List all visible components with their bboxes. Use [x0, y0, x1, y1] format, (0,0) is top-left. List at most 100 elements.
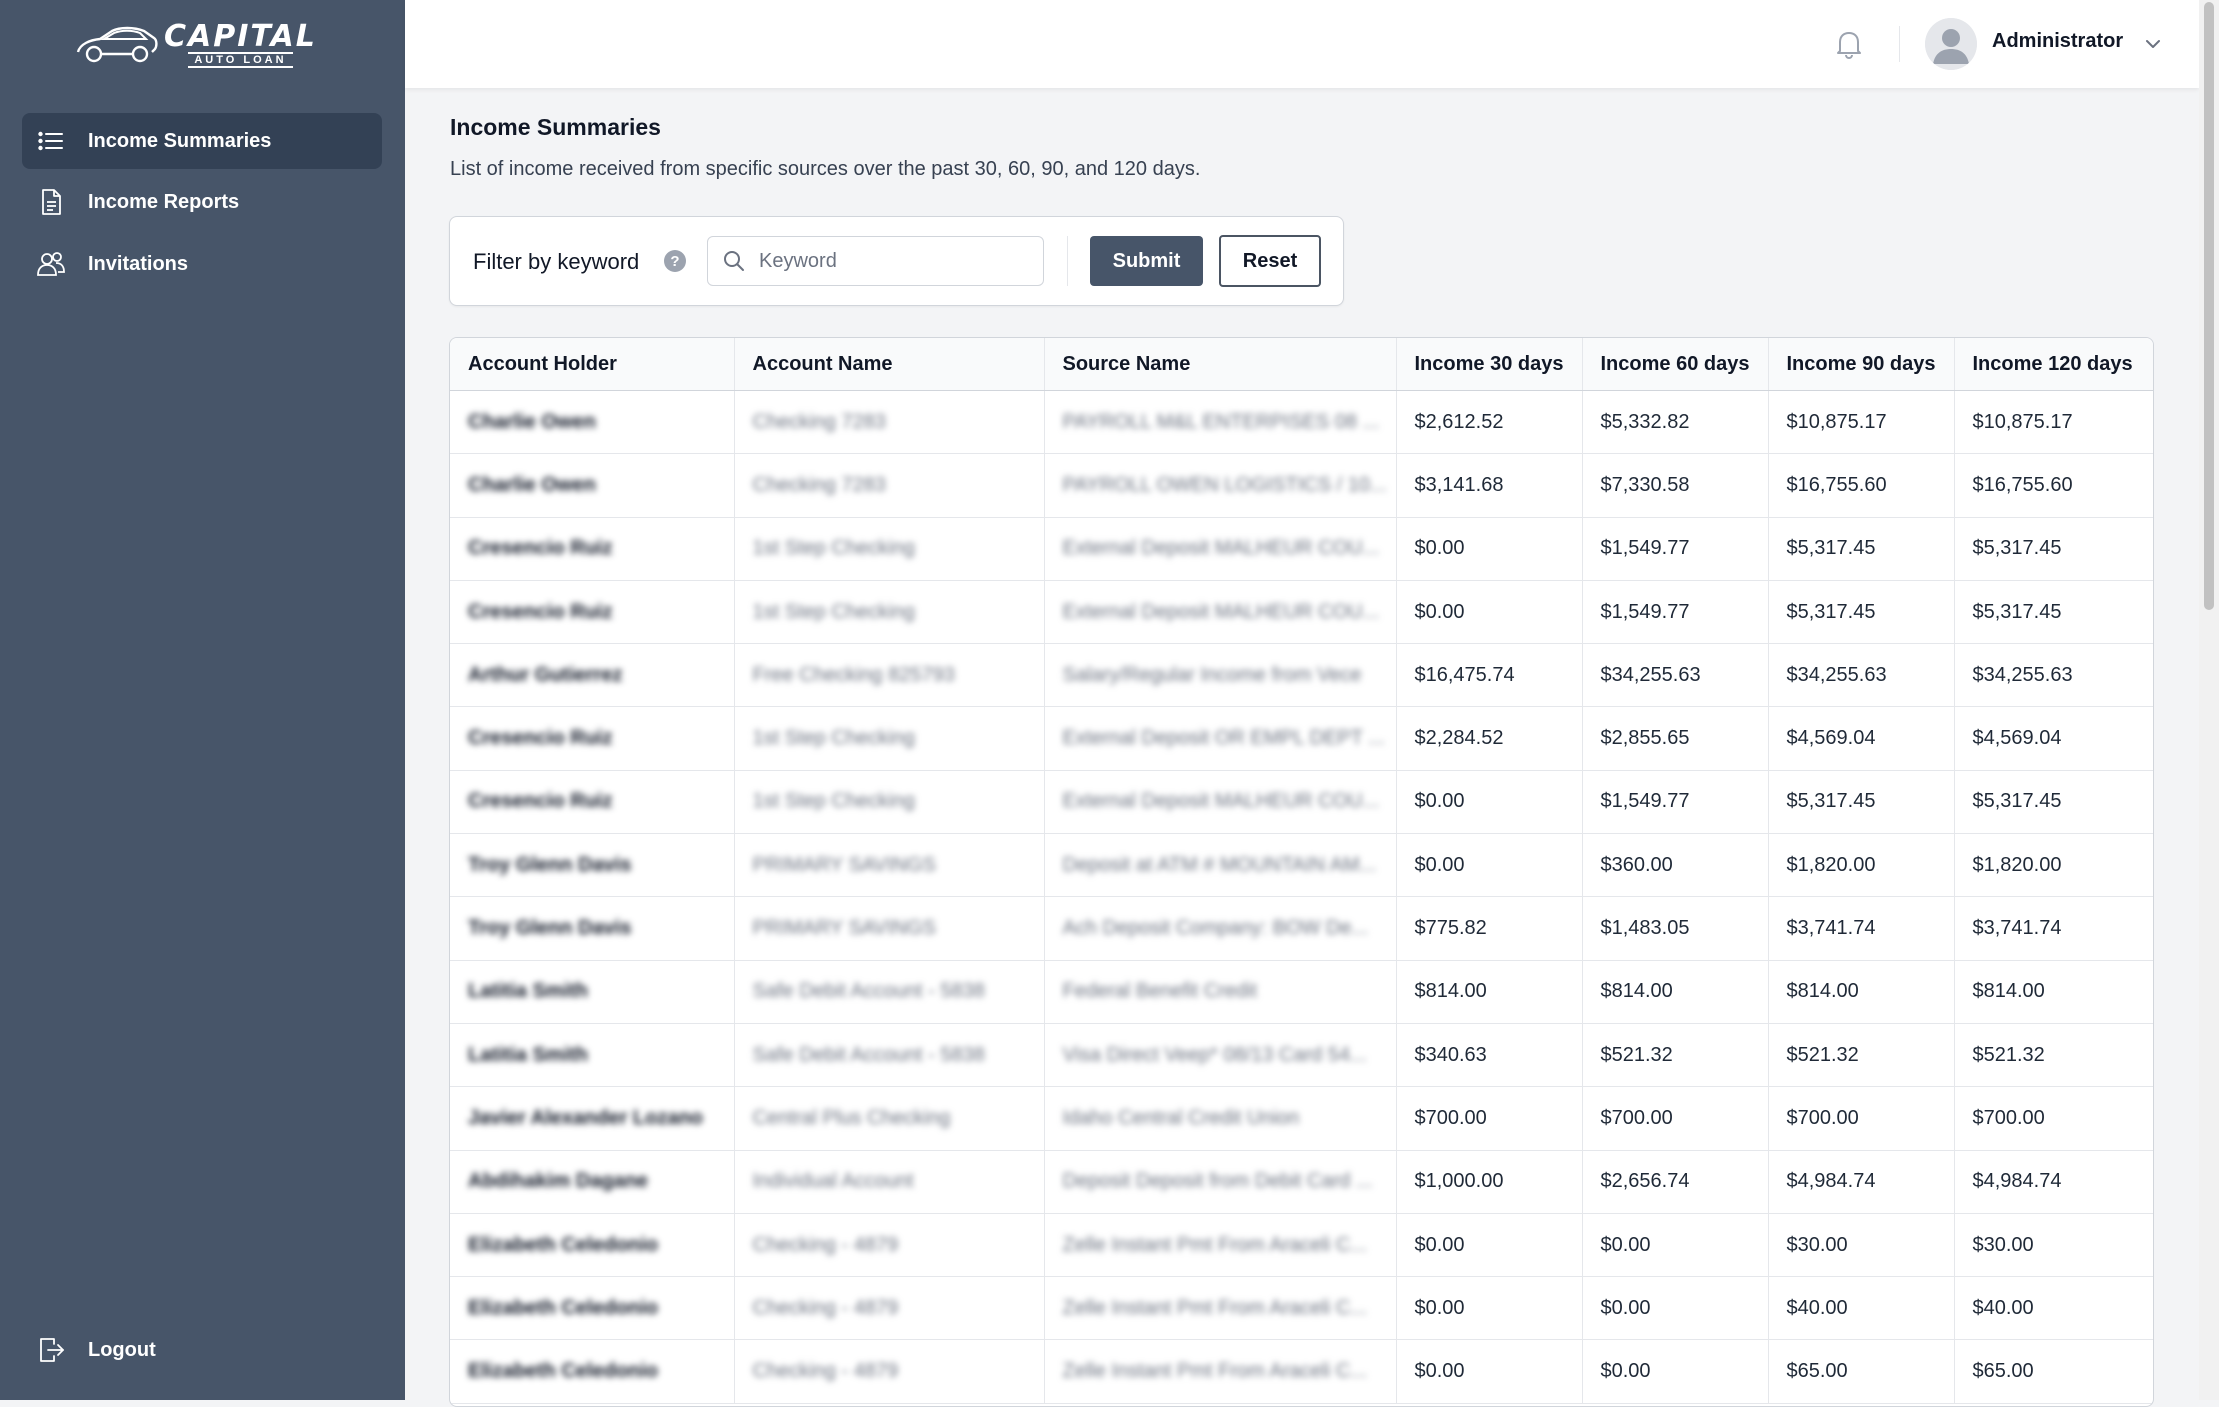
list-icon: [36, 126, 66, 156]
income-120-cell: $5,317.45: [1954, 580, 2153, 645]
table-row[interactable]: Elizabeth Celedonio Checking - 4879 Zelle …: [450, 1213, 2153, 1278]
search-icon: [724, 251, 744, 271]
table-row[interactable]: Arthur Gutierrez Free Checking 825793 Sala…: [450, 643, 2153, 708]
account-name-cell: 1st Step Checking: [734, 706, 1045, 771]
income-30-cell: $0.00: [1396, 517, 1583, 581]
income-90-cell: $4,984.74: [1768, 1150, 1955, 1214]
source-name-cell: Zelle Instant Pmt From Araceli C...: [1044, 1213, 1397, 1278]
account-holder-cell: Cresencio Ruiz: [450, 770, 735, 835]
brand-name: CAPITAL: [164, 19, 317, 54]
income-120-cell: $10,875.17: [1954, 390, 2153, 455]
income-30-cell: $0.00: [1396, 1339, 1583, 1404]
income-90-cell: $700.00: [1768, 1086, 1955, 1151]
source-name-cell: Idaho Central Credit Union: [1044, 1086, 1397, 1151]
income-30-cell: $0.00: [1396, 833, 1583, 898]
column-header-source-name[interactable]: Source Name: [1044, 338, 1397, 391]
account-holder-cell: Javier Alexander Lozano: [450, 1086, 735, 1151]
income-30-cell: $16,475.74: [1396, 643, 1583, 708]
source-name-cell: External Deposit MALHEUR COU...: [1044, 770, 1397, 835]
column-header-income-120[interactable]: Income 120 days: [1954, 338, 2153, 391]
income-60-cell: $521.32: [1582, 1023, 1769, 1088]
income-90-cell: $30.00: [1768, 1213, 1955, 1278]
income-30-cell: $0.00: [1396, 580, 1583, 645]
logout-icon: [36, 1335, 66, 1365]
logout-label: Logout: [88, 1338, 156, 1361]
income-60-cell: $2,656.74: [1582, 1150, 1769, 1214]
account-holder-cell: Cresencio Ruiz: [450, 580, 735, 645]
table-row[interactable]: Latitia Smith Safe Debit Account - 5838 Vi…: [450, 1023, 2153, 1088]
column-header-income-30[interactable]: Income 30 days: [1396, 338, 1583, 391]
table-row[interactable]: Latitia Smith Safe Debit Account - 5838 Fe…: [450, 960, 2153, 1024]
income-90-cell: $5,317.45: [1768, 517, 1955, 581]
table-row[interactable]: Elizabeth Celedonio Checking - 4879 Zelle …: [450, 1339, 2153, 1404]
keyword-input[interactable]: [707, 236, 1044, 286]
income-120-cell: $700.00: [1954, 1086, 2153, 1151]
income-60-cell: $0.00: [1582, 1213, 1769, 1278]
income-30-cell: $700.00: [1396, 1086, 1583, 1151]
income-30-cell: $2,284.52: [1396, 706, 1583, 771]
sidebar-item-income-reports[interactable]: Income Reports: [22, 174, 382, 230]
account-name-cell: 1st Step Checking: [734, 517, 1045, 581]
column-header-account-holder[interactable]: Account Holder: [450, 338, 735, 391]
account-name-cell: Safe Debit Account - 5838: [734, 960, 1045, 1024]
source-name-cell: Ach Deposit Company: BOW De...: [1044, 896, 1397, 961]
document-icon: [36, 187, 66, 217]
chevron-down-icon[interactable]: [2143, 34, 2163, 54]
brand-logo[interactable]: CAPITAL AUTO LOAN: [74, 22, 334, 68]
income-120-cell: $34,255.63: [1954, 643, 2153, 708]
reset-button[interactable]: Reset: [1219, 235, 1321, 287]
table-row[interactable]: Troy Glenn Davis PRIMARY SAVINGS Ach Depos…: [450, 896, 2153, 961]
income-60-cell: $34,255.63: [1582, 643, 1769, 708]
sidebar-item-income-summaries[interactable]: Income Summaries: [22, 113, 382, 169]
income-60-cell: $5,332.82: [1582, 390, 1769, 455]
income-60-cell: $1,549.77: [1582, 517, 1769, 581]
account-name-cell: Checking - 4879: [734, 1213, 1045, 1278]
account-name-cell: Checking 7283: [734, 453, 1045, 518]
account-name-cell: Individual Account: [734, 1150, 1045, 1214]
source-name-cell: Federal Benefit Credit: [1044, 960, 1397, 1024]
table-row[interactable]: Cresencio Ruiz 1st Step Checking External …: [450, 580, 2153, 645]
table-row[interactable]: Cresencio Ruiz 1st Step Checking External …: [450, 517, 2153, 581]
table-row[interactable]: Elizabeth Celedonio Checking - 4879 Zelle …: [450, 1276, 2153, 1341]
income-120-cell: $4,984.74: [1954, 1150, 2153, 1214]
source-name-cell: Deposit at ATM # MOUNTAIN AM...: [1044, 833, 1397, 898]
column-header-income-90[interactable]: Income 90 days: [1768, 338, 1955, 391]
scrollbar-thumb[interactable]: [2204, 2, 2214, 610]
income-120-cell: $5,317.45: [1954, 517, 2153, 581]
income-30-cell: $2,612.52: [1396, 390, 1583, 455]
user-menu-name[interactable]: Administrator: [1992, 30, 2123, 53]
income-120-cell: $521.32: [1954, 1023, 2153, 1088]
account-holder-cell: Charlie Owen: [450, 390, 735, 455]
source-name-cell: PAYROLL OWEN LOGISTICS / 10...: [1044, 453, 1397, 518]
income-30-cell: $814.00: [1396, 960, 1583, 1024]
table-row[interactable]: Cresencio Ruiz 1st Step Checking External …: [450, 706, 2153, 771]
source-name-cell: Visa Direct Veep* 08/13 Card 54...: [1044, 1023, 1397, 1088]
logout-button[interactable]: Logout: [22, 1322, 382, 1378]
sidebar: CAPITAL AUTO LOAN Income Summaries Incom…: [0, 0, 405, 1400]
income-30-cell: $340.63: [1396, 1023, 1583, 1088]
income-90-cell: $40.00: [1768, 1276, 1955, 1341]
income-90-cell: $10,875.17: [1768, 390, 1955, 455]
sidebar-item-invitations[interactable]: Invitations: [22, 236, 382, 292]
table-row[interactable]: Charlie Owen Checking 7283 PAYROLL OWEN LO…: [450, 453, 2153, 518]
help-icon[interactable]: ?: [663, 249, 687, 273]
table-row[interactable]: Javier Alexander Lozano Central Plus Chec…: [450, 1086, 2153, 1151]
page-scrollbar[interactable]: [2199, 0, 2219, 1400]
income-90-cell: $5,317.45: [1768, 580, 1955, 645]
submit-button[interactable]: Submit: [1090, 236, 1203, 286]
table-row[interactable]: Troy Glenn Davis PRIMARY SAVINGS Deposit a…: [450, 833, 2153, 898]
account-name-cell: Central Plus Checking: [734, 1086, 1045, 1151]
filter-panel: Filter by keyword ? Submit Reset: [449, 216, 1344, 306]
bell-icon[interactable]: [1831, 26, 1867, 62]
account-name-cell: 1st Step Checking: [734, 770, 1045, 835]
income-60-cell: $1,549.77: [1582, 770, 1769, 835]
income-90-cell: $16,755.60: [1768, 453, 1955, 518]
income-60-cell: $2,855.65: [1582, 706, 1769, 771]
table-row[interactable]: Abdihakim Dagane Individual Account Deposi…: [450, 1150, 2153, 1214]
column-header-income-60[interactable]: Income 60 days: [1582, 338, 1769, 391]
column-header-account-name[interactable]: Account Name: [734, 338, 1045, 391]
table-row[interactable]: Cresencio Ruiz 1st Step Checking External …: [450, 770, 2153, 835]
avatar[interactable]: [1925, 18, 1977, 70]
income-90-cell: $65.00: [1768, 1339, 1955, 1404]
table-row[interactable]: Charlie Owen Checking 7283 PAYROLL M&L ENT…: [450, 390, 2153, 455]
